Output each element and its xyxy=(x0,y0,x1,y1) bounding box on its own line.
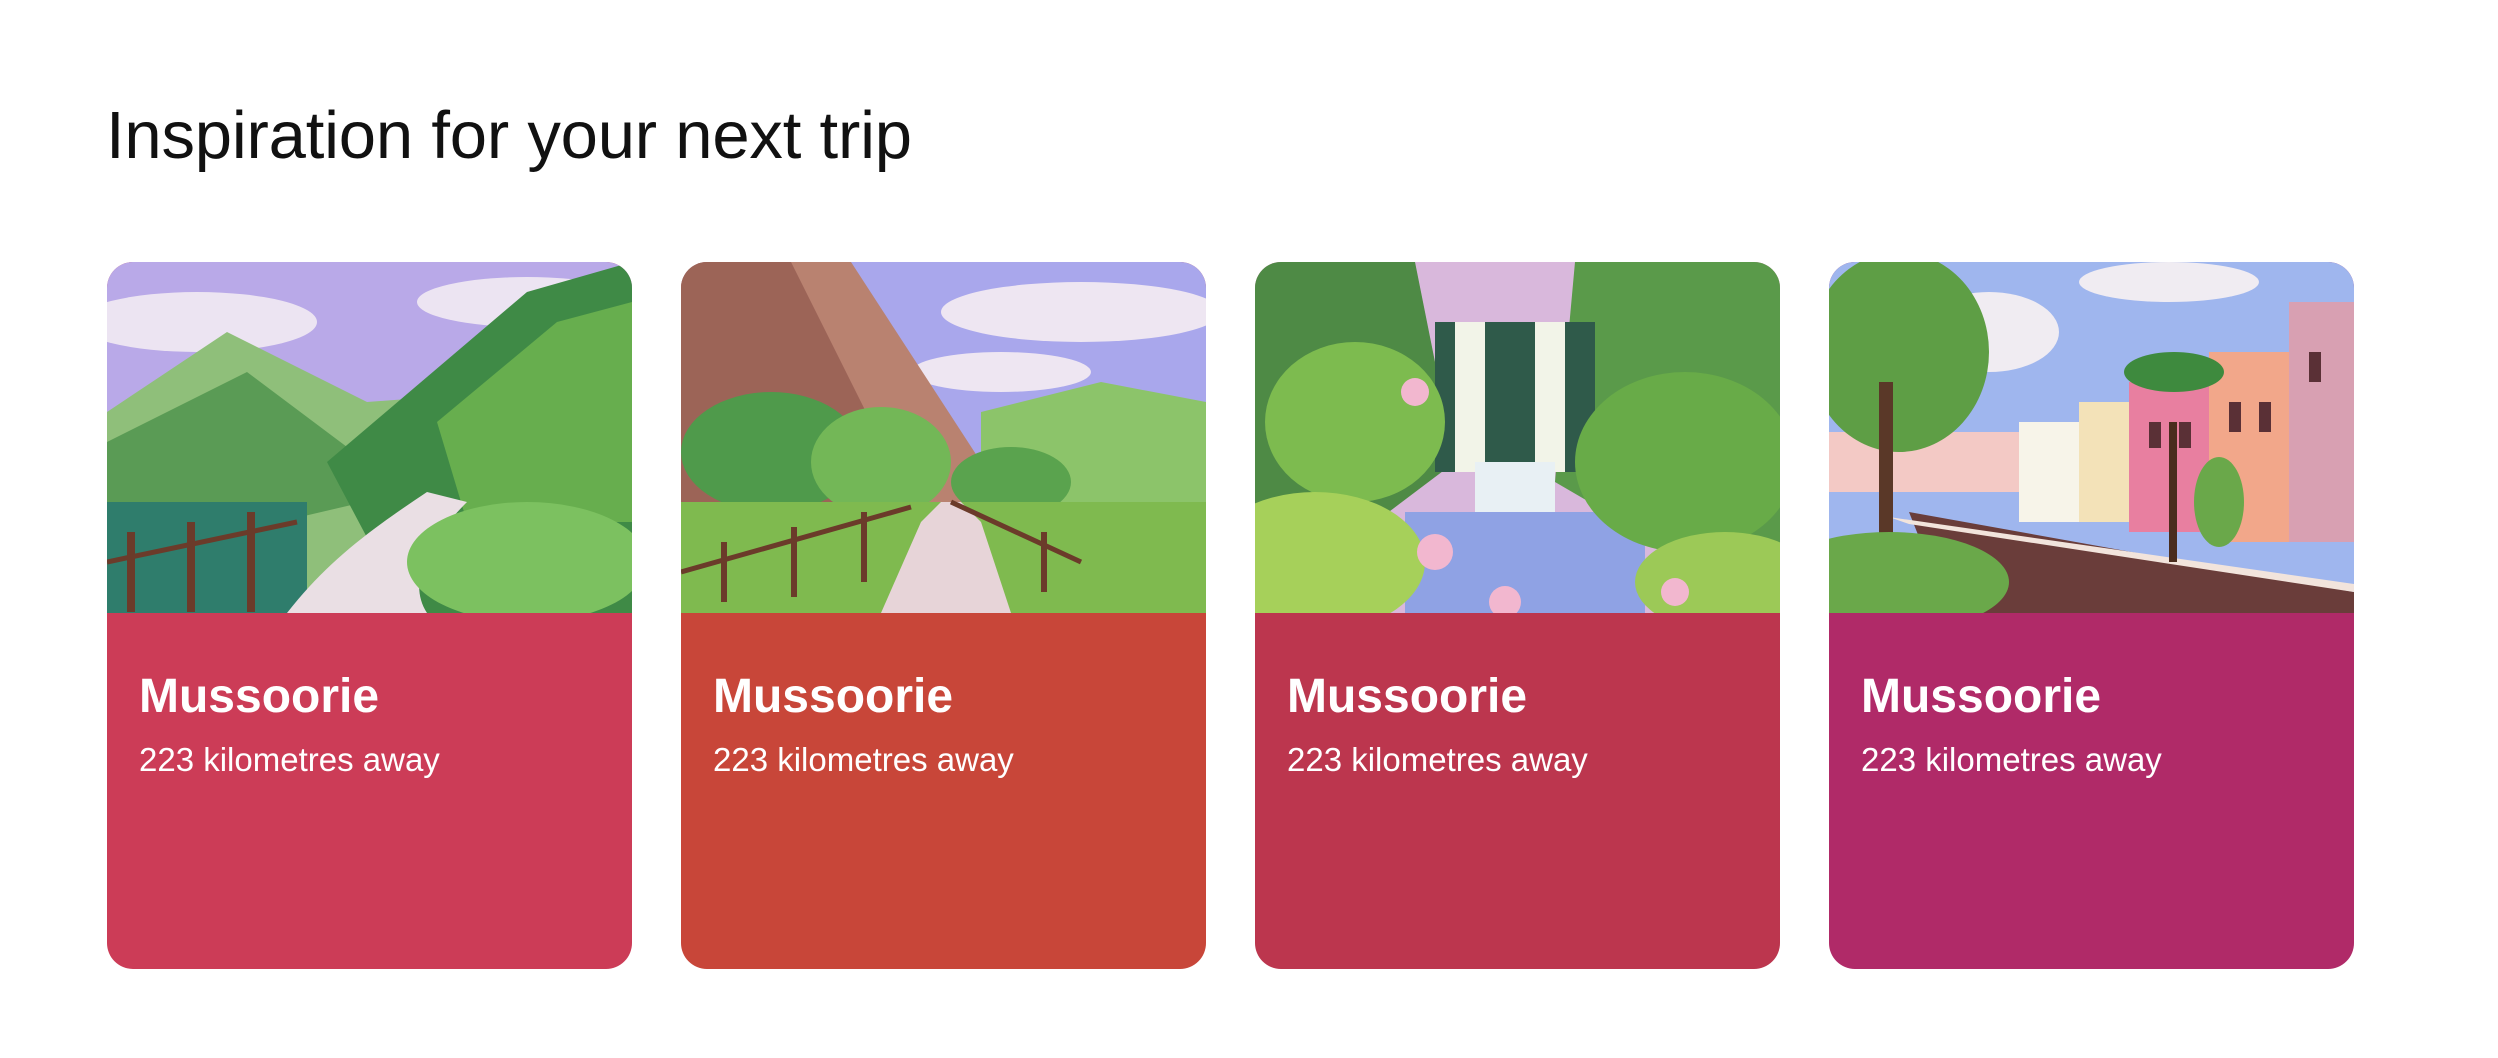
destination-card-4[interactable]: Mussoorie 223 kilometres away xyxy=(1829,262,2354,969)
waterfall-illustration xyxy=(1255,262,1780,613)
destination-distance: 223 kilometres away xyxy=(1287,741,1588,779)
card-content: Mussoorie 223 kilometres away xyxy=(681,613,1206,969)
destination-card-1[interactable]: Mussoorie 223 kilometres away xyxy=(107,262,632,969)
destination-title: Mussoorie xyxy=(1861,670,2102,723)
destination-title: Mussoorie xyxy=(1287,670,1528,723)
destination-distance: 223 kilometres away xyxy=(713,741,1014,779)
card-content: Mussoorie 223 kilometres away xyxy=(1829,613,2354,969)
destination-distance: 223 kilometres away xyxy=(139,741,440,779)
destination-card-2[interactable]: Mussoorie 223 kilometres away xyxy=(681,262,1206,969)
card-content: Mussoorie 223 kilometres away xyxy=(107,613,632,969)
section-heading: Inspiration for your next trip xyxy=(106,98,912,173)
cliff-fence-illustration xyxy=(681,262,1206,613)
destination-cards: Mussoorie 223 kilometres away Mussoorie … xyxy=(107,262,2354,969)
destination-card-3[interactable]: Mussoorie 223 kilometres away xyxy=(1255,262,1780,969)
destination-title: Mussoorie xyxy=(713,670,954,723)
destination-title: Mussoorie xyxy=(139,670,380,723)
street-houses-illustration xyxy=(1829,262,2354,613)
valley-path-illustration xyxy=(107,262,632,613)
destination-distance: 223 kilometres away xyxy=(1861,741,2162,779)
card-content: Mussoorie 223 kilometres away xyxy=(1255,613,1780,969)
